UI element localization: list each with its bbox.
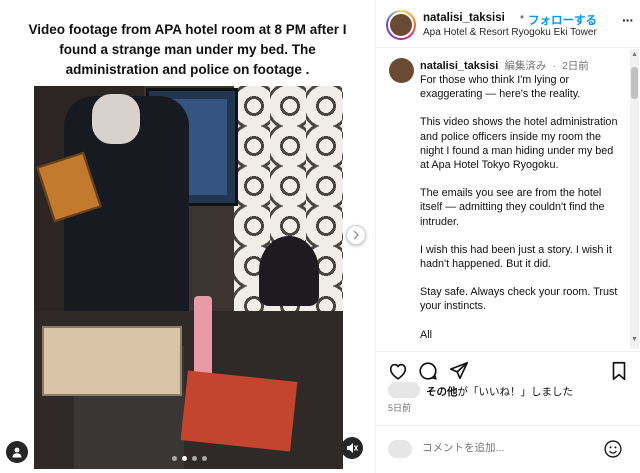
heart-icon[interactable] [387, 360, 409, 382]
author-comment: natalisi_taksisi 編集済み · 2日前 For those wh… [376, 49, 640, 349]
comment-paragraph: The emails you see are from the hotel it… [420, 187, 605, 228]
post-location[interactable]: Apa Hotel & Resort Ryogoku Eki Tower [423, 27, 597, 38]
carousel-dot [192, 456, 197, 461]
video-scene-magazine [180, 370, 298, 452]
carousel-dot-active [182, 456, 187, 461]
video-scene-box [42, 326, 182, 396]
likes-text: その他が「いいね！」しました [426, 384, 573, 399]
likes-summary[interactable]: その他が「いいね！」しました [388, 382, 633, 400]
comment-username[interactable]: natalisi_taksisi [420, 60, 498, 72]
post-header: natalisi_taksisi • フォローする Apa Hotel & Re… [376, 0, 640, 48]
emoji-icon[interactable] [603, 439, 623, 459]
chevron-right-icon[interactable] [346, 225, 366, 245]
liker-avatar [388, 382, 420, 398]
comment-body: For those who think I'm lying or exagger… [420, 73, 625, 349]
send-icon[interactable] [448, 360, 470, 382]
post-info-panel: natalisi_taksisi • フォローする Apa Hotel & Re… [375, 0, 640, 473]
media-panel: Video footage from APA hotel room at 8 P… [0, 0, 375, 473]
carousel-dot [202, 456, 207, 461]
video-scene-bottle [194, 296, 212, 376]
comment-paragraph: All [420, 328, 432, 341]
likes-rest: が「いいね！」しました [457, 386, 574, 398]
video-scene-officer-head [92, 94, 140, 144]
comment-paragraph: This video shows the hotel administratio… [420, 116, 618, 172]
comment-time: 2日前 [561, 60, 589, 72]
comment-avatar[interactable] [389, 58, 414, 83]
video-caption: Video footage from APA hotel room at 8 P… [28, 22, 347, 77]
likes-others[interactable]: その他 [426, 386, 458, 398]
add-comment-bar [376, 425, 640, 473]
mute-icon[interactable] [341, 437, 363, 459]
comment-paragraph: I wish this had been just a story. I wis… [420, 243, 612, 271]
author-avatar[interactable] [386, 10, 416, 40]
user-icon[interactable] [6, 441, 28, 463]
comment-paragraph: For those who think I'm lying or exagger… [420, 74, 581, 101]
more-options-icon[interactable]: ··· [622, 12, 634, 28]
carousel-dots [172, 456, 207, 461]
comment-paragraph: Stay safe. Always check your room. Trust… [420, 286, 618, 313]
scroll-thumb[interactable] [631, 67, 638, 99]
post-date: 5日前 [388, 403, 412, 413]
video-player[interactable] [34, 86, 343, 469]
viewer-avatar [388, 440, 412, 458]
scroll-down-icon[interactable]: ▼ [631, 336, 638, 343]
carousel-dot [172, 456, 177, 461]
bookmark-icon[interactable] [608, 360, 630, 382]
post-actions [376, 351, 640, 385]
comment-separator: · [552, 60, 556, 72]
comment-edited: 編集済み [504, 60, 547, 72]
comment-header: natalisi_taksisi 編集済み · 2日前 [420, 58, 589, 73]
scroll-up-icon[interactable]: ▲ [631, 51, 638, 58]
follow-button[interactable]: フォローする [528, 12, 597, 28]
comment-scrollbar[interactable]: ▲ ▼ [630, 49, 639, 349]
video-scene-person [259, 236, 319, 306]
author-username[interactable]: natalisi_taksisi [423, 12, 505, 24]
header-separator: • [520, 12, 525, 24]
comment-icon[interactable] [417, 360, 439, 382]
comment-input[interactable] [422, 442, 592, 454]
